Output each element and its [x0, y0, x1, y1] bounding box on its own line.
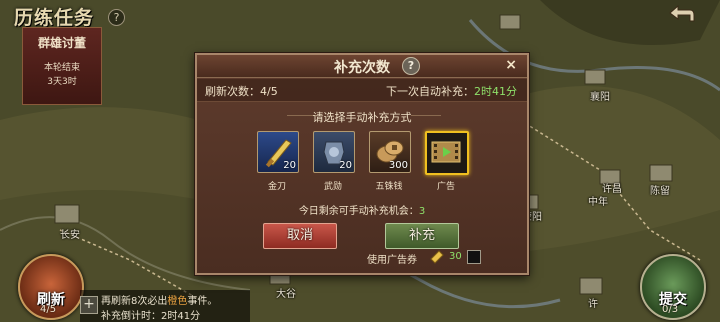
- item-military-merit[interactable]: 20: [313, 131, 355, 173]
- tip-suffix: 事件。: [187, 296, 218, 307]
- ad-film-icon: [431, 141, 461, 163]
- countdown-value: 2时41分: [161, 311, 201, 322]
- next-auto-label: 下一次自动补充：: [386, 85, 474, 98]
- refresh-count-label: 刷新次数：: [205, 85, 260, 98]
- title-help-icon[interactable]: ?: [108, 9, 125, 26]
- cancel-button[interactable]: 取消: [263, 223, 337, 249]
- refresh-count-value: 4/5: [260, 85, 278, 98]
- refill-button[interactable]: 补充: [385, 223, 459, 249]
- refill-countdown: 补充倒计时：2时41分: [101, 307, 200, 322]
- dialog-title: 补充次数: [334, 60, 390, 76]
- use-ad-ticket-label: 使用广告券: [367, 255, 417, 266]
- use-ad-ticket-checkbox[interactable]: [467, 250, 481, 264]
- back-arrow-icon[interactable]: [666, 4, 696, 24]
- city-label[interactable]: 许: [588, 295, 598, 310]
- refresh-guarantee-tip: 再刷新8次必出橙色事件。: [101, 292, 217, 307]
- next-auto-refill: 下一次自动补充：2时41分: [386, 83, 517, 99]
- city-label[interactable]: 长安: [60, 226, 80, 241]
- item-count: 20: [283, 160, 296, 171]
- item-count: 300: [388, 160, 408, 171]
- event-banner[interactable]: 群雄讨董 本轮结束 3天3时: [22, 27, 102, 105]
- item-golden-blade[interactable]: 20: [257, 131, 299, 173]
- remaining-value: 3: [418, 206, 426, 217]
- item-name: 武勋: [323, 182, 342, 192]
- item-name: 广告: [436, 182, 455, 192]
- next-auto-value: 2时41分: [474, 85, 517, 98]
- item-count: 20: [339, 160, 352, 171]
- refresh-info-row: 刷新次数：4/5 下一次自动补充：2时41分: [197, 79, 527, 102]
- close-icon[interactable]: ×: [505, 57, 517, 73]
- ad-ticket-icon: [430, 250, 444, 264]
- expand-plus-button[interactable]: +: [80, 296, 98, 314]
- city-label[interactable]: 襄阳: [590, 88, 610, 103]
- item-coin[interactable]: 300: [369, 131, 411, 173]
- city-label[interactable]: 中年: [588, 193, 608, 208]
- remaining-chances: 今日剩余可手动补充机会：3: [197, 202, 527, 217]
- refresh-count: 4/5: [40, 304, 57, 315]
- tip-prefix: 再刷新8次必出: [101, 296, 168, 307]
- event-time-left: 3天3时: [47, 77, 77, 87]
- event-banner-title: 群雄讨董: [37, 36, 86, 50]
- refill-dialog: 补充次数 ? × 刷新次数：4/5 下一次自动补充：2时41分 请选择手动补充方…: [195, 53, 529, 275]
- dialog-header: 补充次数 ? ×: [197, 55, 527, 78]
- choose-method-prompt: 请选择手动补充方式: [312, 111, 412, 124]
- tip-highlight: 橙色: [167, 296, 188, 307]
- countdown-label: 补充倒计时：: [101, 311, 161, 322]
- page-title: 历练任务: [14, 7, 95, 29]
- divider: [411, 115, 441, 116]
- event-round-status: 本轮结束: [43, 63, 80, 73]
- item-name: 五铢钱: [375, 182, 403, 192]
- city-label[interactable]: 陈留: [650, 182, 670, 197]
- city-label[interactable]: 大谷: [276, 285, 296, 300]
- remaining-label: 今日剩余可手动补充机会：: [298, 206, 419, 217]
- refresh-count-info: 刷新次数：4/5: [205, 83, 278, 99]
- item-name: 金刀: [267, 182, 286, 192]
- item-ad[interactable]: [425, 131, 469, 175]
- ad-ticket-count: 30: [449, 251, 462, 262]
- dialog-help-icon[interactable]: ?: [402, 57, 420, 75]
- submit-count: 0/3: [662, 304, 679, 315]
